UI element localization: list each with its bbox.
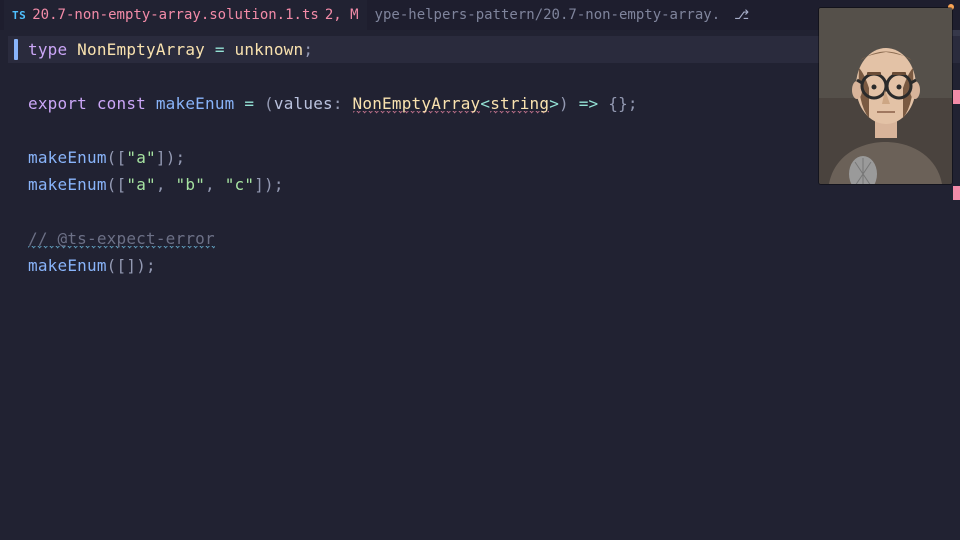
operator: < bbox=[480, 94, 490, 113]
bracket: ] bbox=[126, 256, 136, 275]
punctuation: ; bbox=[176, 148, 186, 167]
string-literal: "a" bbox=[126, 175, 156, 194]
bracket: ) bbox=[559, 94, 579, 113]
webcam-overlay bbox=[819, 8, 952, 184]
keyword: export bbox=[28, 94, 97, 113]
bracket: [ bbox=[117, 175, 127, 194]
function-call: makeEnum bbox=[28, 175, 107, 194]
tab-filename-other: ype-helpers-pattern/20.7-non-empty-array… bbox=[375, 7, 721, 23]
function-call: makeEnum bbox=[28, 256, 107, 275]
bracket: ( bbox=[107, 175, 117, 194]
punctuation: , bbox=[205, 175, 225, 194]
type-unknown: unknown bbox=[235, 40, 304, 59]
tab-active[interactable]: TS 20.7-non-empty-array.solution.1.ts 2,… bbox=[4, 0, 367, 30]
code-line[interactable]: type NonEmptyArray = unknown; bbox=[8, 36, 960, 63]
tab-inactive[interactable]: ype-helpers-pattern/20.7-non-empty-array… bbox=[367, 0, 729, 30]
code-line[interactable]: makeEnum(["a"]); bbox=[8, 144, 960, 171]
bracket: ) bbox=[166, 148, 176, 167]
bracket: [ bbox=[117, 148, 127, 167]
string-literal: "c" bbox=[225, 175, 255, 194]
keyword: const bbox=[97, 94, 156, 113]
bracket: } bbox=[618, 94, 628, 113]
tab-filename: 20.7-non-empty-array.solution.1.ts bbox=[32, 7, 319, 23]
git-branch-icon[interactable]: ⎇ bbox=[734, 8, 749, 23]
string-literal: "a" bbox=[126, 148, 156, 167]
type-primitive-error: string bbox=[490, 94, 549, 114]
typescript-icon: TS bbox=[12, 9, 26, 22]
parameter: values bbox=[274, 94, 333, 113]
tab-modified-badge: 2, M bbox=[325, 7, 359, 23]
bracket: { bbox=[608, 94, 618, 113]
function-call: makeEnum bbox=[28, 148, 107, 167]
bracket: ) bbox=[264, 175, 274, 194]
code-line[interactable]: makeEnum(["a", "b", "c"]); bbox=[8, 171, 960, 198]
bracket: ] bbox=[254, 175, 264, 194]
tab-bar: TS 20.7-non-empty-array.solution.1.ts 2,… bbox=[0, 0, 960, 30]
bracket: ( bbox=[107, 256, 117, 275]
punctuation: ; bbox=[146, 256, 156, 275]
person-illustration bbox=[819, 8, 952, 184]
punctuation: : bbox=[333, 94, 353, 113]
code-editor[interactable]: type NonEmptyArray = unknown; export con… bbox=[0, 30, 960, 279]
code-line[interactable]: makeEnum([]); bbox=[8, 252, 960, 279]
operator: = bbox=[244, 94, 264, 113]
punctuation: ; bbox=[274, 175, 284, 194]
text-cursor bbox=[14, 39, 18, 60]
type-name: NonEmptyArray bbox=[77, 40, 215, 59]
bracket: ( bbox=[264, 94, 274, 113]
code-line[interactable]: // @ts-expect-error bbox=[8, 225, 960, 252]
code-line-empty[interactable] bbox=[8, 117, 960, 144]
comment-directive: // @ts-expect-error bbox=[28, 229, 215, 249]
type-ref-error: NonEmptyArray bbox=[353, 94, 481, 114]
bracket: ( bbox=[107, 148, 117, 167]
bracket: [ bbox=[117, 256, 127, 275]
keyword: type bbox=[28, 40, 77, 59]
code-line-empty[interactable] bbox=[8, 63, 960, 90]
operator: > bbox=[549, 94, 559, 113]
arrow: => bbox=[579, 94, 609, 113]
function-name: makeEnum bbox=[156, 94, 245, 113]
operator: = bbox=[215, 40, 235, 59]
punctuation: ; bbox=[303, 40, 313, 59]
bracket: ] bbox=[156, 148, 166, 167]
bracket: ) bbox=[136, 256, 146, 275]
code-line-empty[interactable] bbox=[8, 198, 960, 225]
punctuation: , bbox=[156, 175, 176, 194]
string-literal: "b" bbox=[176, 175, 206, 194]
punctuation: ; bbox=[628, 94, 638, 113]
code-line[interactable]: export const makeEnum = (values: NonEmpt… bbox=[8, 90, 960, 117]
editor-window: TS 20.7-non-empty-array.solution.1.ts 2,… bbox=[0, 0, 960, 540]
